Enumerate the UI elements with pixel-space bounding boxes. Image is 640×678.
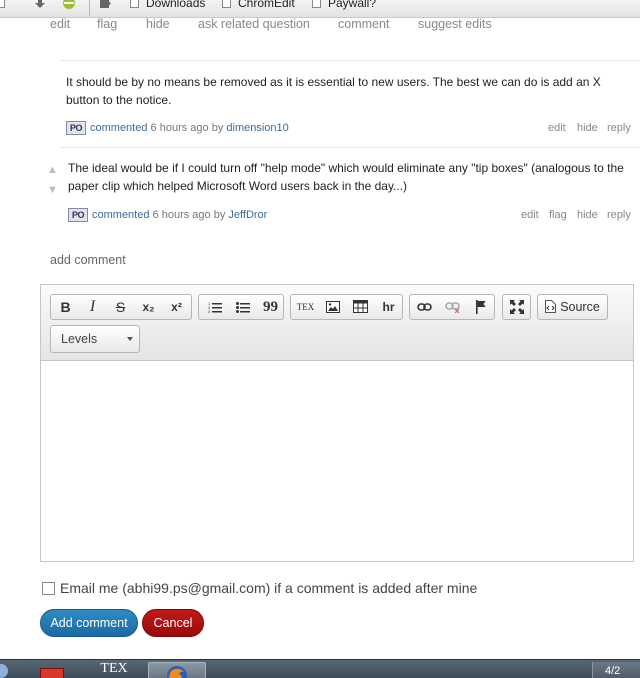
clock[interactable]: 4/2 <box>605 665 620 677</box>
maximize-group <box>502 294 531 320</box>
page-icon <box>130 0 139 8</box>
comment-flag-link[interactable]: flag <box>549 209 567 221</box>
app-icon[interactable] <box>40 668 64 678</box>
bold-button[interactable]: B <box>52 295 79 319</box>
comment-author[interactable]: dimension10 <box>226 122 288 134</box>
comment-text: It should be by no means be removed as i… <box>66 75 601 107</box>
comment-author[interactable]: JeffDror <box>228 209 267 221</box>
comment-reply-link[interactable]: reply <box>607 122 631 134</box>
bookmark-paywall[interactable]: Paywall? <box>312 0 376 10</box>
commented-link[interactable]: commented <box>90 122 147 134</box>
email-notify-label: Email me (abhi99.ps@gmail.com) if a comm… <box>60 580 478 596</box>
add-comment-link[interactable]: add comment <box>50 253 126 267</box>
svg-text:3: 3 <box>208 309 211 313</box>
source-label: Source <box>560 300 600 314</box>
link-group <box>409 294 495 320</box>
commented-link[interactable]: commented <box>92 209 149 221</box>
unlink-icon[interactable] <box>439 295 466 319</box>
bookmark-label: ChromEdit <box>238 0 295 10</box>
comment-text: The ideal would be if I could turn off "… <box>68 161 624 193</box>
comment-meta: commented 6 hours ago by dimension10 <box>90 122 289 134</box>
link-icon[interactable] <box>411 295 438 319</box>
chevron-down-icon <box>127 337 133 341</box>
avatar[interactable]: PO <box>68 208 88 222</box>
comment-by: by <box>211 122 224 134</box>
post-flag-link[interactable]: flag <box>97 17 117 31</box>
bookmarks-bar: Downloads ChromEdit Paywall? <box>0 0 640 18</box>
comment-edit-link[interactable]: edit <box>521 209 539 221</box>
horizontal-rule-button[interactable]: hr <box>375 295 402 319</box>
comment-edit-link[interactable]: edit <box>548 122 566 134</box>
bulleted-list-icon[interactable] <box>229 295 256 319</box>
comment-reply-link[interactable]: reply <box>607 209 631 221</box>
comment-time: 6 hours ago <box>150 122 209 134</box>
bookmark-label: Downloads <box>146 0 206 10</box>
firefox-icon <box>167 666 187 678</box>
post-edit-link[interactable]: edit <box>50 17 70 31</box>
source-group: Source <box>537 294 608 320</box>
superscript-button[interactable]: x² <box>163 295 190 319</box>
strikethrough-button[interactable]: S <box>107 295 134 319</box>
comment-hide-link[interactable]: hide <box>577 209 598 221</box>
bookmark-label: Paywall? <box>328 0 377 10</box>
source-button[interactable]: Source <box>538 295 607 319</box>
format-dropdown-value: Levels <box>61 332 98 346</box>
download-arrow-icon[interactable] <box>34 0 46 10</box>
add-comment-button[interactable]: Add comment <box>40 609 138 637</box>
firefox-taskbar-button[interactable] <box>148 662 206 678</box>
taskbar: TEX 4/2 <box>0 659 640 678</box>
comment-divider <box>60 147 640 148</box>
comment-time: 6 hours ago <box>152 209 211 221</box>
vote-up-icon[interactable]: ▲ <box>47 165 58 176</box>
page-icon <box>222 0 231 8</box>
system-tray: 4/2 <box>592 662 640 678</box>
avatar[interactable]: PO <box>66 121 86 135</box>
email-notify-checkbox[interactable] <box>42 582 55 595</box>
image-icon[interactable] <box>319 295 346 319</box>
cancel-button[interactable]: Cancel <box>142 609 204 637</box>
italic-button[interactable]: I <box>79 295 106 319</box>
subscript-button[interactable]: x₂ <box>135 295 162 319</box>
bookmark-separator <box>89 0 90 16</box>
comment-by: by <box>213 209 226 221</box>
anchor-flag-icon[interactable] <box>467 295 494 319</box>
suggest-edits-link[interactable]: suggest edits <box>418 17 492 31</box>
tex-taskbar-icon[interactable]: TEX <box>96 662 132 678</box>
puzzle-icon[interactable] <box>98 0 111 10</box>
comment-editor-textarea[interactable] <box>41 361 633 561</box>
bookmark-downloads[interactable]: Downloads <box>130 0 205 10</box>
table-icon[interactable] <box>347 295 374 319</box>
email-notify-row: Email me (abhi99.ps@gmail.com) if a comm… <box>42 580 477 596</box>
comment-divider <box>60 60 640 61</box>
vote-down-icon[interactable]: ▼ <box>47 185 58 196</box>
bookmark-chromedit[interactable]: ChromEdit <box>222 0 295 10</box>
page-icon <box>0 0 5 10</box>
insert-group: TEX hr <box>290 294 403 320</box>
extension-icon[interactable] <box>62 0 76 11</box>
text-style-group: B I S x₂ x² <box>50 294 192 320</box>
post-comment-link[interactable]: comment <box>338 17 389 31</box>
list-group: 123 99 <box>198 294 284 320</box>
tex-button[interactable]: TEX <box>292 295 319 319</box>
format-dropdown[interactable]: Levels <box>50 325 140 353</box>
blockquote-button[interactable]: 99 <box>257 295 284 319</box>
source-icon <box>545 300 557 313</box>
comment-meta: commented 6 hours ago by JeffDror <box>92 209 267 221</box>
editor-toolbar: B I S x₂ x² 123 99 TEX hr Source Levels <box>41 285 633 361</box>
post-hide-link[interactable]: hide <box>146 17 170 31</box>
comment-hide-link[interactable]: hide <box>577 122 598 134</box>
comment-editor: B I S x₂ x² 123 99 TEX hr Source Levels <box>40 284 634 562</box>
maximize-icon[interactable] <box>503 295 530 319</box>
ask-related-question-link[interactable]: ask related question <box>198 17 310 31</box>
numbered-list-icon[interactable]: 123 <box>201 295 228 319</box>
page-icon <box>312 0 321 8</box>
start-orb-icon[interactable] <box>0 664 8 678</box>
